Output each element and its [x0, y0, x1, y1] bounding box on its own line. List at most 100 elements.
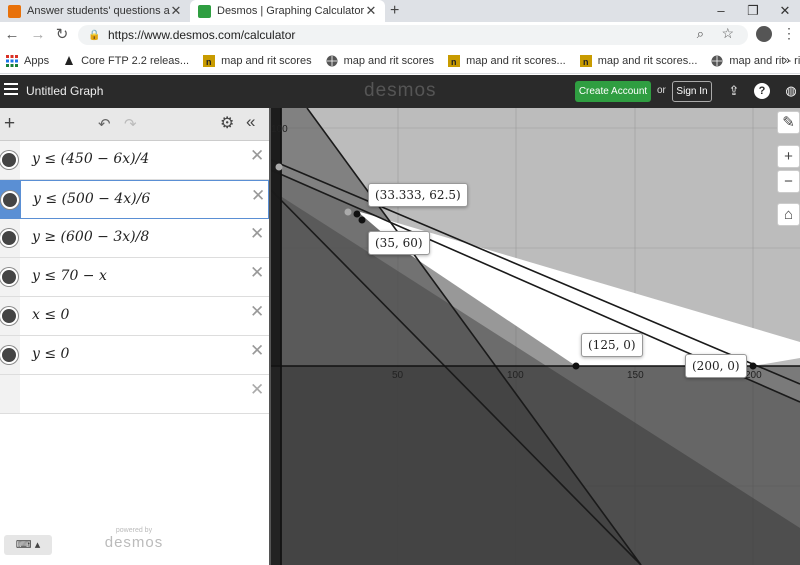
restore-icon[interactable]: ❐: [738, 0, 768, 22]
point-label: (35, 60): [368, 231, 430, 255]
expression-row[interactable]: y ≤ 0 ✕: [0, 336, 269, 375]
graph-title[interactable]: Untitled Graph: [26, 84, 103, 98]
expression-color-icon[interactable]: [0, 307, 18, 325]
browser-menu-icon[interactable]: ⋮: [782, 25, 796, 42]
delete-expression-icon[interactable]: ✕: [250, 341, 264, 361]
delete-expression-icon[interactable]: ✕: [250, 224, 264, 244]
empty-expression-row[interactable]: ✕: [0, 375, 269, 414]
svg-text:n: n: [206, 57, 212, 67]
expression-color-icon[interactable]: [1, 191, 19, 209]
delete-expression-icon[interactable]: ✕: [250, 302, 264, 322]
address-bar[interactable]: 🔒 https://www.desmos.com/calculator ⌕ ☆: [78, 25, 748, 45]
tab-title: Answer students' questions and: [27, 5, 170, 17]
bookmark-apps[interactable]: Apps: [6, 54, 50, 67]
bookmark-star-icon[interactable]: ☆: [721, 25, 734, 42]
x-tick-label: 50: [392, 370, 404, 381]
browser-tab-desmos[interactable]: Desmos | Graphing Calculator ✕: [190, 0, 385, 22]
bookmark-map-rit-2[interactable]: map and rit scores: [326, 55, 434, 67]
intersection-point[interactable]: [275, 163, 283, 171]
desmos-header: Untitled Graph desmos Create Account or …: [0, 75, 800, 108]
back-icon[interactable]: ←: [2, 25, 22, 45]
powered-by-text: powered by: [115, 527, 153, 534]
expression-row[interactable]: y ≥ (600 − 3x)/8 ✕: [0, 219, 269, 258]
keyboard-toggle-icon[interactable]: ⌨ ▴: [4, 535, 52, 555]
expression-row[interactable]: y ≤ (500 − 4x)/6 ✕: [0, 180, 269, 219]
coreftp-icon: [65, 55, 74, 65]
panel-footer: ⌨ ▴ powered by desmos: [0, 527, 269, 565]
graph-settings-wrench-icon[interactable]: ✎: [777, 111, 800, 134]
expression-math[interactable]: y ≤ (450 − 6x)/4: [32, 151, 149, 167]
expression-math[interactable]: y ≥ (600 − 3x)/8: [32, 229, 149, 245]
nwea-icon: n: [579, 54, 592, 67]
zoom-out-icon[interactable]: −: [777, 170, 800, 193]
bookmarks-bar: Apps Core FTP 2.2 releas... n map and ri…: [0, 48, 800, 74]
expression-row[interactable]: y ≤ 70 − x ✕: [0, 258, 269, 297]
sign-in-button[interactable]: Sign In: [672, 81, 712, 102]
close-tab-icon[interactable]: ✕: [170, 3, 182, 19]
expression-math[interactable]: y ≤ (500 − 4x)/6: [33, 191, 150, 207]
nwea-icon: n: [448, 54, 461, 67]
x-tick-label: 100: [507, 370, 524, 381]
zoom-icon[interactable]: ⌕: [697, 26, 704, 42]
bookmark-label: Apps: [24, 54, 50, 67]
expression-math[interactable]: x ≤ 0: [32, 307, 69, 323]
tab-favicon-icon: [8, 4, 21, 18]
redo-icon[interactable]: ↷: [124, 115, 137, 133]
expression-panel: + ↶ ↷ ⚙ « y ≤ (450 − 6x)/4 ✕ y ≤ (500 − …: [0, 108, 271, 565]
point-125-0[interactable]: [572, 362, 580, 370]
hamburger-menu-icon[interactable]: [4, 83, 18, 98]
bookmark-label: map and rit scores...: [597, 54, 698, 67]
collapse-panel-icon[interactable]: «: [246, 112, 255, 132]
close-tab-icon[interactable]: ✕: [365, 3, 377, 19]
language-globe-icon[interactable]: ◍: [783, 83, 799, 99]
point-200-0[interactable]: [749, 362, 757, 370]
delete-expression-icon[interactable]: ✕: [251, 186, 265, 206]
expression-math[interactable]: y ≤ 70 − x: [32, 268, 107, 284]
zoom-in-icon[interactable]: +: [777, 145, 800, 168]
reload-icon[interactable]: ↻: [52, 25, 72, 45]
browser-tab-strip: Answer students' questions and ✕ Desmos …: [0, 0, 800, 22]
expression-color-icon[interactable]: [0, 346, 18, 364]
new-tab-icon[interactable]: +: [390, 0, 399, 22]
expression-color-icon[interactable]: [0, 268, 18, 286]
x-tick-label: 200: [745, 370, 762, 381]
expression-toolbar: + ↶ ↷ ⚙ «: [0, 108, 269, 141]
bookmark-coreftp[interactable]: Core FTP 2.2 releas...: [63, 55, 189, 67]
intersection-point[interactable]: [344, 208, 352, 216]
bookmark-map-rit-4[interactable]: n map and rit scores...: [579, 54, 698, 67]
share-icon[interactable]: ⇪: [726, 83, 742, 99]
bookmark-map-rit-3[interactable]: n map and rit scores...: [448, 54, 566, 67]
url-text: https://www.desmos.com/calculator: [108, 28, 296, 42]
bookmark-map-rit-1[interactable]: n map and rit scores: [203, 54, 312, 67]
create-account-button[interactable]: Create Account: [575, 81, 651, 102]
desmos-favicon-icon: [198, 4, 211, 18]
account-icon[interactable]: [756, 26, 772, 42]
delete-expression-icon[interactable]: ✕: [250, 380, 264, 400]
undo-icon[interactable]: ↶: [98, 115, 111, 133]
expression-color-icon[interactable]: [0, 229, 18, 247]
minimize-icon[interactable]: –: [706, 0, 736, 22]
expression-math[interactable]: y ≤ 0: [32, 346, 69, 362]
browser-tab-answer[interactable]: Answer students' questions and ✕: [0, 0, 190, 22]
expression-row[interactable]: x ≤ 0 ✕: [0, 297, 269, 336]
expression-row[interactable]: y ≤ (450 − 6x)/4 ✕: [0, 141, 269, 180]
lock-icon: 🔒: [88, 29, 101, 41]
forward-icon[interactable]: →: [28, 25, 48, 45]
bookmarks-overflow-icon[interactable]: »: [783, 53, 790, 67]
desmos-logo: desmos: [364, 80, 437, 101]
globe-icon: [711, 55, 723, 66]
powered-by-desmos: powered by desmos: [104, 527, 164, 551]
point-33-62-5[interactable]: [353, 210, 361, 218]
delete-expression-icon[interactable]: ✕: [250, 263, 264, 283]
close-window-icon[interactable]: ✕: [770, 0, 800, 22]
expression-color-icon[interactable]: [0, 151, 18, 169]
point-35-60[interactable]: [358, 216, 366, 224]
graph-canvas[interactable]: 50 100 150 200 100: [271, 108, 800, 565]
bookmark-label: map and rit scores...: [466, 54, 566, 67]
settings-gear-icon[interactable]: ⚙: [220, 113, 234, 133]
graph-svg[interactable]: 50 100 150 200 100: [271, 108, 800, 565]
add-item-icon[interactable]: +: [4, 113, 15, 135]
help-icon[interactable]: ?: [754, 83, 770, 99]
delete-expression-icon[interactable]: ✕: [250, 146, 264, 166]
home-icon[interactable]: ⌂: [777, 203, 800, 226]
